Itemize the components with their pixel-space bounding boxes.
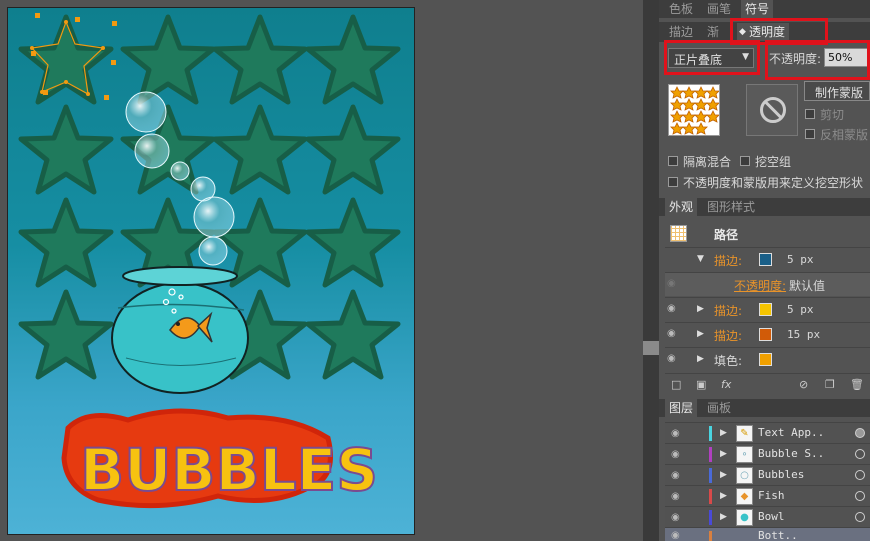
layer-row[interactable]: ◉ ▶ ✎ Text App..: [665, 422, 870, 443]
tab-brushes[interactable]: 画笔: [703, 0, 735, 18]
fill-color-swatch[interactable]: [759, 353, 772, 366]
tab-swatches[interactable]: 色板: [665, 0, 697, 18]
caret-right-icon[interactable]: ▶: [720, 428, 727, 438]
opacity-mask-knockout-checkbox[interactable]: [668, 177, 678, 187]
caret-right-icon[interactable]: ▶: [720, 470, 727, 480]
panel-divider[interactable]: [643, 0, 659, 541]
tab-artboards[interactable]: 画板: [703, 399, 735, 417]
stroke-color-swatch[interactable]: [759, 303, 772, 316]
tab-stroke[interactable]: 描边: [665, 23, 697, 41]
caret-right-icon: ▶: [697, 304, 704, 314]
target-icon[interactable]: [855, 512, 865, 522]
tab-layers[interactable]: 图层: [665, 399, 698, 417]
mask-thumbnail[interactable]: [746, 84, 798, 136]
isolate-blending-checkbox[interactable]: [668, 156, 678, 166]
stroke-color-swatch[interactable]: [759, 253, 772, 266]
clip-label: 剪切: [820, 108, 845, 122]
target-icon[interactable]: [855, 428, 865, 438]
delete-icon[interactable]: 🗑: [850, 378, 864, 391]
eye-icon[interactable]: ◉: [667, 329, 679, 339]
eye-icon[interactable]: ◉: [671, 471, 683, 481]
caret-right-icon[interactable]: ▶: [720, 449, 727, 459]
object-thumbnail[interactable]: [668, 84, 720, 136]
clear-appearance-icon[interactable]: ⊘: [799, 378, 808, 391]
layer-color-bar: [709, 447, 712, 462]
invert-mask-checkbox[interactable]: [805, 129, 815, 139]
invert-mask-label: 反相蒙版: [820, 128, 869, 142]
layer-thumbnail: ∘: [736, 446, 753, 463]
eye-icon[interactable]: ◉: [667, 354, 679, 364]
eye-icon[interactable]: ◉: [667, 304, 679, 314]
no-mask-icon: [760, 97, 786, 123]
highlight-opacity: [765, 40, 870, 80]
target-icon[interactable]: [855, 491, 865, 501]
layer-thumbnail: ●: [736, 509, 753, 526]
appearance-toolbar: □ ▣ fx ⊘ ❐ 🗑: [665, 373, 870, 395]
tab-graphic-styles[interactable]: 图形样式: [703, 198, 759, 216]
opacity-mask-knockout-label: 不透明度和蒙版用来定义挖空形状: [683, 176, 864, 190]
appearance-row-fill[interactable]: ◉ ▶ 填色:: [665, 347, 870, 371]
stars-thumbnail-icon: [670, 86, 720, 135]
layer-color-bar: [709, 426, 712, 441]
eye-icon[interactable]: ◉: [671, 450, 683, 460]
add-stroke-icon[interactable]: □: [671, 378, 681, 391]
appearance-object-row[interactable]: 路径: [665, 222, 870, 246]
knockout-group-label: 挖空组: [755, 155, 792, 169]
appearance-row-opacity[interactable]: ◉ 不透明度: 默认值: [665, 272, 870, 296]
eye-icon[interactable]: ◉: [667, 279, 679, 289]
caret-right-icon: ▶: [697, 354, 704, 364]
layer-row[interactable]: ◉ ▶ ● Bowl: [665, 506, 870, 527]
eye-icon[interactable]: ◉: [671, 513, 683, 523]
artwork-svg: BUBBLES: [8, 13, 415, 509]
artboard[interactable]: BUBBLES: [7, 7, 415, 535]
appearance-row-stroke-1[interactable]: ▼ 描边: 5 px: [665, 247, 870, 271]
tab-gradient[interactable]: 渐变: [703, 23, 733, 41]
appearance-row-stroke-3[interactable]: ◉ ▶ 描边: 15 px: [665, 322, 870, 346]
highlight-blend-mode: [664, 40, 760, 75]
target-icon[interactable]: [855, 470, 865, 480]
caret-right-icon: ▶: [697, 329, 704, 339]
caret-down-icon: ▼: [697, 254, 704, 264]
clip-checkbox[interactable]: [805, 109, 815, 119]
layers-tabs: 图层 画板: [659, 399, 870, 417]
layer-thumbnail: ◆: [736, 488, 753, 505]
layer-row[interactable]: ◉ Bott..: [665, 527, 870, 541]
appearance-tabs: 外观 图形样式: [659, 198, 870, 216]
layer-thumbnail: ○: [736, 467, 753, 484]
bubbles-title-text: BUBBLES: [80, 436, 378, 504]
appearance-row-stroke-2[interactable]: ◉ ▶ 描边: 5 px: [665, 297, 870, 321]
stroke-color-swatch[interactable]: [759, 328, 772, 341]
caret-right-icon[interactable]: ▶: [720, 512, 727, 522]
object-type-label: 路径: [714, 228, 739, 242]
caret-right-icon[interactable]: ▶: [720, 491, 727, 501]
eye-icon[interactable]: ◉: [671, 531, 683, 541]
collapse-handle[interactable]: [643, 341, 659, 355]
layer-thumbnail: ✎: [736, 425, 753, 442]
eye-icon[interactable]: ◉: [671, 429, 683, 439]
layer-row[interactable]: ◉ ▶ ◆ Fish: [665, 485, 870, 506]
isolate-blending-label: 隔离混合: [683, 155, 732, 169]
panel-column: 色板 画笔 符号 描边 渐变 ◆透明度 正片叠底 ▼ 不透明度: 50%: [659, 0, 870, 541]
target-icon[interactable]: [855, 449, 865, 459]
swatch-tabs: 色板 画笔 符号: [659, 0, 870, 18]
knockout-group-checkbox[interactable]: [740, 156, 750, 166]
canvas-area[interactable]: BUBBLES: [0, 0, 643, 541]
layer-row[interactable]: ◉ ▶ ○ Bubbles: [665, 464, 870, 485]
layer-row[interactable]: ◉ ▶ ∘ Bubble S..: [665, 443, 870, 464]
add-fill-icon[interactable]: ▣: [696, 378, 706, 391]
layer-color-bar: [709, 510, 712, 525]
layer-color-bar: [709, 489, 712, 504]
make-mask-button[interactable]: 制作蒙版: [804, 81, 870, 101]
eye-icon[interactable]: ◉: [671, 492, 683, 502]
fx-effect-icon[interactable]: fx: [721, 378, 731, 391]
path-swatch-icon: [670, 225, 687, 242]
layer-color-bar: [709, 531, 712, 541]
bubbles-title-art: BUBBLES: [61, 408, 379, 509]
fish-bowl: [111, 266, 249, 394]
tab-symbols[interactable]: 符号: [741, 0, 774, 18]
duplicate-item-icon[interactable]: ❐: [825, 378, 835, 391]
layer-color-bar: [709, 468, 712, 483]
tab-appearance[interactable]: 外观: [665, 198, 698, 216]
